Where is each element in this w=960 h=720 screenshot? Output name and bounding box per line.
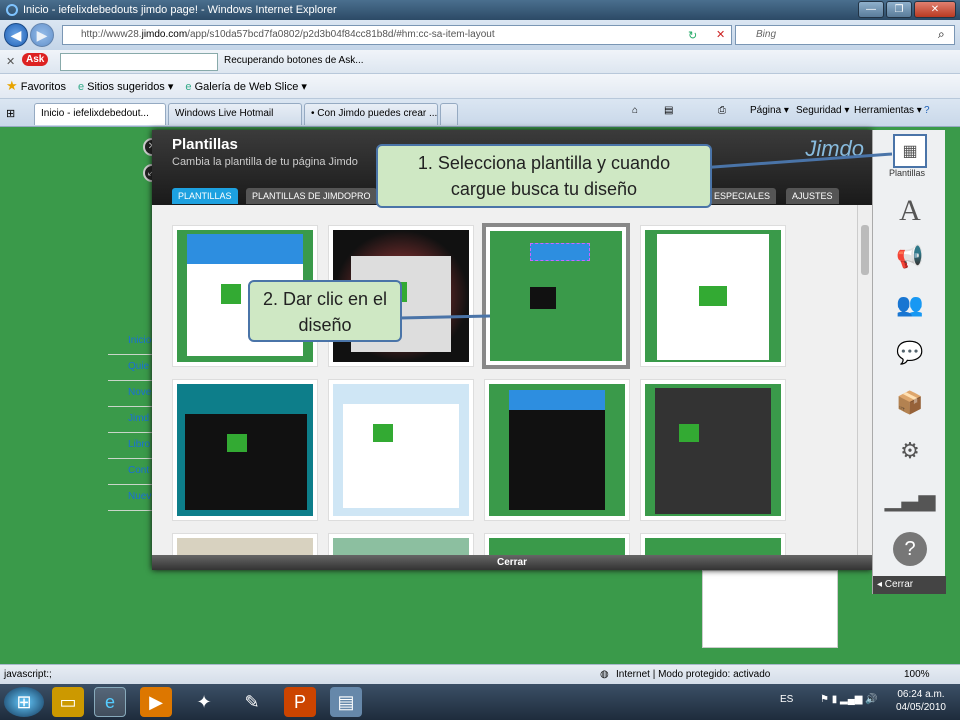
globe-icon: ◍: [600, 669, 609, 680]
system-clock[interactable]: 06:24 a.m. 04/05/2010: [896, 688, 946, 714]
internet-explorer-icon[interactable]: e: [94, 687, 126, 717]
status-text: javascript:;: [4, 669, 52, 680]
document-icon[interactable]: ▤: [330, 687, 362, 717]
tray-icons[interactable]: ⚑ ▮ ▂▄▆ 🔊: [820, 694, 878, 705]
zoom-level[interactable]: 100%: [904, 669, 930, 680]
callout-1-line: [699, 152, 893, 170]
explorer-icon[interactable]: ▭: [52, 687, 84, 717]
paint-icon[interactable]: ✎: [236, 687, 268, 717]
media-player-icon[interactable]: ▶: [140, 687, 172, 717]
callout-connectors: [399, 152, 893, 320]
status-bar: javascript:; ◍ Internet | Modo protegido…: [0, 664, 960, 684]
callout-step-1: 1. Selecciona plantilla y cuando cargue …: [376, 144, 712, 208]
language-indicator[interactable]: ES: [780, 694, 793, 705]
security-zone[interactable]: Internet | Modo protegido: activado: [616, 669, 770, 680]
start-button[interactable]: ⊞: [4, 687, 44, 717]
callout-step-2: 2. Dar clic en el diseño: [248, 280, 402, 342]
app-icon[interactable]: ✦: [188, 687, 220, 717]
callout-2-line: [399, 314, 491, 320]
powerpoint-icon[interactable]: P: [284, 687, 316, 717]
taskbar: ⊞ ▭ e ▶ ✦ ✎ P ▤ ES ⚑ ▮ ▂▄▆ 🔊 06:24 a.m. …: [0, 684, 960, 720]
